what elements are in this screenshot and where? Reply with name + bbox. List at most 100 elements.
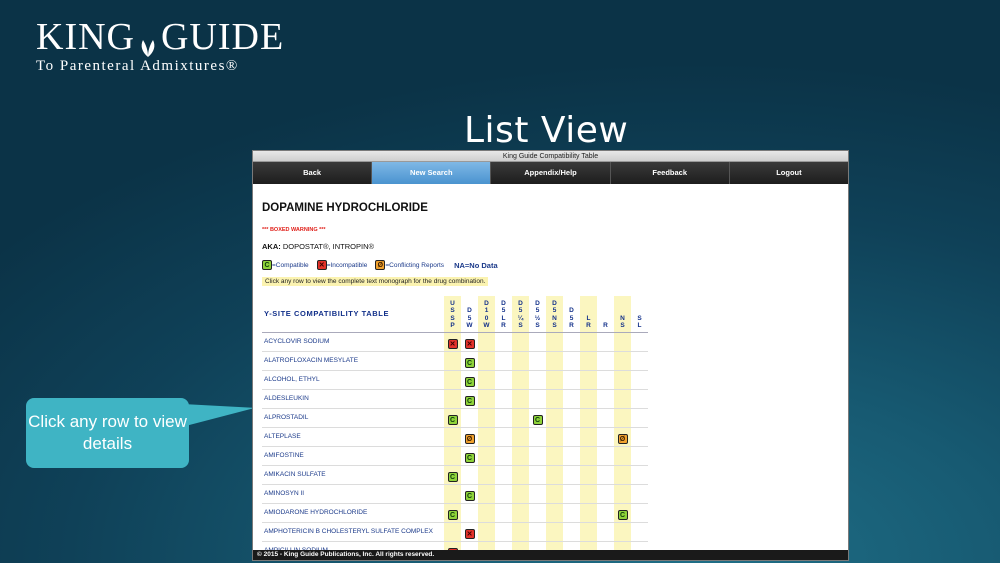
table-title: Y-SITE COMPATIBILITY TABLE [262, 296, 444, 333]
compat-cell [495, 427, 512, 447]
compat-cell [563, 408, 580, 428]
compat-cell [512, 427, 529, 447]
logout-button[interactable]: Logout [729, 162, 848, 184]
compat-cell [631, 541, 648, 550]
compat-cell [512, 522, 529, 542]
compat-cell [614, 370, 631, 390]
compat-cell [580, 541, 597, 550]
table-row[interactable]: ALDESLEUKIN C [262, 389, 648, 409]
compat-cell [631, 427, 648, 447]
drug-name[interactable]: ALATROFLOXACIN MESYLATE [262, 351, 444, 371]
compat-cell [495, 332, 512, 352]
compatible-icon: C [447, 414, 458, 425]
compat-cell [495, 446, 512, 466]
drug-name[interactable]: AMPICILLIN SODIUM [262, 541, 444, 550]
compat-cell [597, 446, 614, 466]
compat-cell [580, 427, 597, 447]
compat-cell [546, 446, 563, 466]
compatible-icon: C [447, 509, 458, 520]
compat-cell [597, 370, 614, 390]
compat-cell: Ø [614, 427, 631, 447]
compat-cell [495, 465, 512, 485]
compat-cell [461, 541, 478, 550]
compatibility-table: Y-SITE COMPATIBILITY TABLE U S S PD 5 WD… [262, 296, 648, 550]
compat-cell [478, 427, 495, 447]
compat-cell [580, 408, 597, 428]
compat-cell [546, 389, 563, 409]
compat-cell [631, 351, 648, 371]
compat-cell [512, 351, 529, 371]
table-row[interactable]: AMIKACIN SULFATE C [262, 465, 648, 485]
appendix-help-button[interactable]: Appendix/Help [491, 162, 611, 184]
drug-name[interactable]: AMIODARONE HYDROCHLORIDE [262, 503, 444, 523]
callout-bubble: Click any row to view details [26, 398, 189, 468]
drug-name[interactable]: AMIFOSTINE [262, 446, 444, 466]
incompatible-icon: ✕ [447, 338, 458, 349]
table-row[interactable]: ALATROFLOXACIN MESYLATE C [262, 351, 648, 371]
compat-cell [444, 389, 461, 409]
compat-cell [495, 389, 512, 409]
compat-cell [580, 370, 597, 390]
new-search-button[interactable]: New Search [372, 162, 492, 184]
compat-cell [597, 541, 614, 550]
table-row[interactable]: AMIFOSTINE C [262, 446, 648, 466]
compat-cell [478, 541, 495, 550]
compat-cell: C [444, 503, 461, 523]
compatible-icon: C [464, 357, 475, 368]
compat-cell [597, 389, 614, 409]
column-header: R [597, 296, 614, 333]
compat-cell [512, 332, 529, 352]
feedback-button[interactable]: Feedback [610, 162, 730, 184]
compat-cell [495, 351, 512, 371]
compat-cell [512, 370, 529, 390]
table-row[interactable]: AMINOSYN II C [262, 484, 648, 504]
table-row[interactable]: AMIODARONE HYDROCHLORIDE C C [262, 503, 648, 523]
compat-cell [546, 408, 563, 428]
compat-cell [529, 484, 546, 504]
compat-cell [478, 408, 495, 428]
drug-name[interactable]: ACYCLOVIR SODIUM [262, 332, 444, 352]
compat-cell [597, 503, 614, 523]
column-header: D 5 N S [546, 296, 563, 333]
compat-cell [546, 370, 563, 390]
table-row[interactable]: AMPHOTERICIN B CHOLESTERYL SULFATE COMPL… [262, 522, 648, 542]
compat-cell [512, 408, 529, 428]
back-button[interactable]: Back [253, 162, 373, 184]
drug-name[interactable]: ALDESLEUKIN [262, 389, 444, 409]
conflicting-icon: Ø [464, 433, 475, 444]
conflicting-icon: Ø [617, 433, 628, 444]
compat-cell [478, 351, 495, 371]
compat-cell [631, 465, 648, 485]
compatible-icon: C [464, 376, 475, 387]
compat-cell [614, 408, 631, 428]
column-header: D 1 0 W [478, 296, 495, 333]
compat-cell: C [461, 389, 478, 409]
compat-cell [512, 446, 529, 466]
compat-cell [631, 484, 648, 504]
compat-cell [546, 541, 563, 550]
compat-cell: C [461, 351, 478, 371]
table-row[interactable]: AMPICILLIN SODIUM✕ [262, 541, 648, 550]
compat-cell [444, 427, 461, 447]
compat-cell [478, 370, 495, 390]
compat-cell [614, 389, 631, 409]
table-row[interactable]: ALTEPLASE Ø Ø [262, 427, 648, 447]
drug-name[interactable]: ALCOHOL, ETHYL [262, 370, 444, 390]
compat-cell [546, 465, 563, 485]
compat-cell [631, 370, 648, 390]
compat-cell [512, 484, 529, 504]
compat-cell [529, 370, 546, 390]
drug-name[interactable]: AMPHOTERICIN B CHOLESTERYL SULFATE COMPL… [262, 522, 444, 542]
drug-name[interactable]: AMINOSYN II [262, 484, 444, 504]
column-header: U S S P [444, 296, 461, 333]
table-row[interactable]: ALCOHOL, ETHYL C [262, 370, 648, 390]
boxed-warning-link[interactable]: *** BOXED WARNING *** [262, 227, 839, 233]
table-row[interactable]: ACYCLOVIR SODIUM ✕ ✕ [262, 332, 648, 352]
drug-name[interactable]: AMIKACIN SULFATE [262, 465, 444, 485]
table-row[interactable]: ALPROSTADIL C C [262, 408, 648, 428]
compat-cell [563, 522, 580, 542]
compat-cell [546, 351, 563, 371]
drug-name[interactable]: ALPROSTADIL [262, 408, 444, 428]
drug-name[interactable]: ALTEPLASE [262, 427, 444, 447]
compat-cell [529, 522, 546, 542]
